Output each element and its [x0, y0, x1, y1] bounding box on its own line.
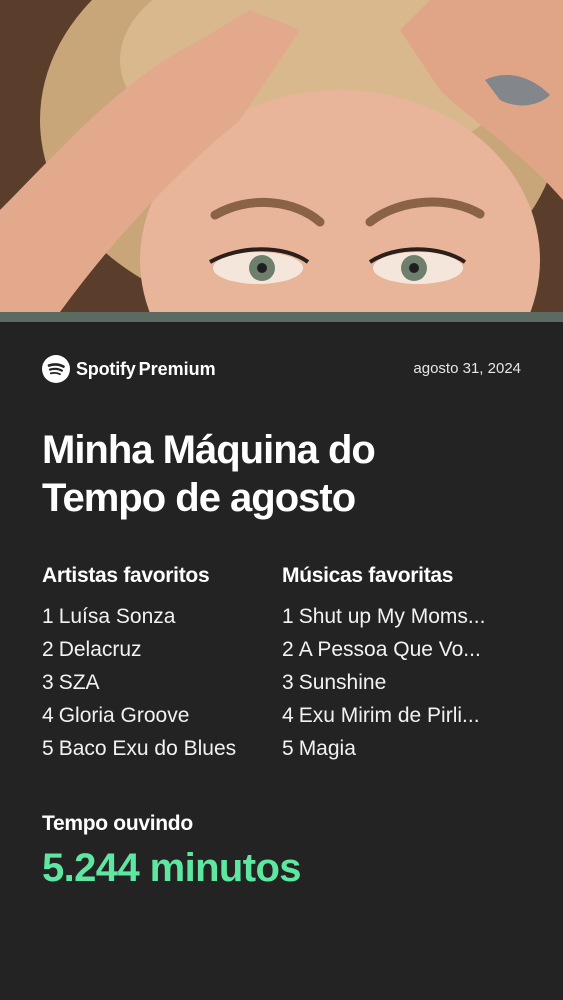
artist-name: Delacruz: [58, 638, 142, 661]
song-name: Magia: [298, 737, 356, 760]
rank-number: 5: [42, 737, 54, 760]
artist-name: SZA: [58, 671, 100, 694]
song-name: Sunshine: [298, 671, 387, 694]
rank-number: 3: [282, 671, 294, 694]
brand-name: Spotify: [76, 358, 136, 379]
song-name: Shut up My Moms...: [298, 605, 486, 628]
recap-title: Minha Máquina do Tempo de agosto: [42, 426, 522, 522]
listening-time-value: 5.244 minutos: [42, 846, 302, 890]
recap-card: Spotify Premium agosto 31, 2024 Minha Má…: [0, 322, 563, 1000]
list-item: 3 SZA: [42, 666, 272, 699]
list-item: 2A Pessoa Que Vo...: [282, 633, 522, 666]
artist-name: Luísa Sonza: [58, 605, 176, 628]
rank-number: 2: [42, 638, 54, 661]
favorite-artists-heading: Artistas favoritos: [42, 564, 210, 587]
artist-name: Gloria Groove: [58, 704, 190, 727]
favorite-songs-section: Músicas favoritas 1 Shut up My Moms... 2A…: [282, 564, 522, 765]
rank-number: 5: [282, 737, 294, 760]
list-item: 3 Sunshine: [282, 666, 522, 699]
spotify-logo-icon: [42, 355, 70, 383]
favorite-songs-list: 1 Shut up My Moms... 2A Pessoa Que Vo... …: [282, 600, 522, 765]
list-item: 5 Baco Exu do Blues: [42, 732, 272, 765]
rank-number: 1: [282, 605, 294, 628]
rank-number: 2: [282, 638, 294, 661]
list-item: 4 Gloria Groove: [42, 699, 272, 732]
artist-photo: [0, 0, 563, 312]
list-item: 4 Exu Mirim de Pirli...: [282, 699, 522, 732]
favorite-artists-section: Artistas favoritos 1 Luísa Sonza 2 Delacru…: [42, 564, 272, 765]
recap-date: agosto 31, 2024: [413, 360, 521, 377]
rank-number: 3: [42, 671, 54, 694]
rank-number: 1: [42, 605, 54, 628]
favorite-songs-heading: Músicas favoritas: [282, 564, 454, 587]
song-name: Exu Mirim de Pirli...: [298, 704, 480, 727]
list-item: 1 Shut up My Moms...: [282, 600, 522, 633]
rank-number: 4: [282, 704, 294, 727]
list-item: 2 Delacruz: [42, 633, 272, 666]
brand-tier: Premium: [138, 358, 216, 379]
artist-name: Baco Exu do Blues: [58, 737, 237, 760]
list-item: 1 Luísa Sonza: [42, 600, 272, 633]
song-name: A Pessoa Que Vo...: [298, 638, 481, 661]
list-item: 5 Magia: [282, 732, 522, 765]
spotify-brand: Spotify Premium: [42, 354, 216, 384]
photo-divider: [0, 312, 563, 322]
title-line-2: Tempo de agosto: [42, 476, 356, 520]
title-line-1: Minha Máquina do: [42, 428, 376, 472]
rank-number: 4: [42, 704, 54, 727]
listening-time-label: Tempo ouvindo: [42, 812, 193, 835]
favorite-artists-list: 1 Luísa Sonza 2 Delacruz 3 SZA 4 Gloria Groo…: [42, 600, 272, 765]
